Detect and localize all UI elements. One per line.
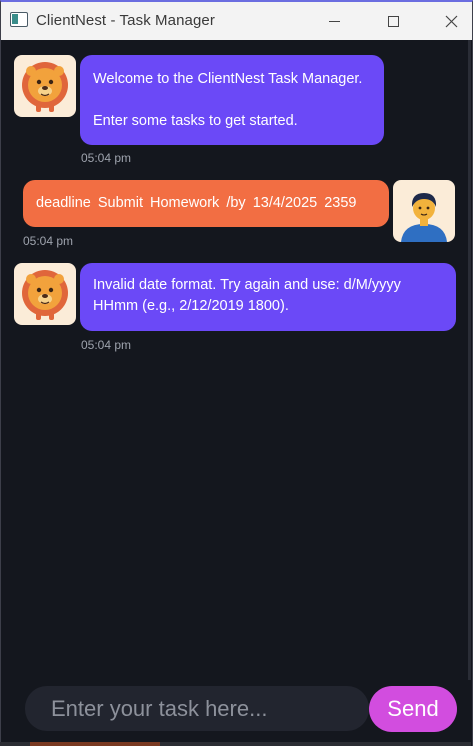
close-icon — [445, 15, 457, 27]
app-window: ClientNest - Task Manager Welcome to the… — [0, 0, 473, 746]
chat-area[interactable]: Welcome to the ClientNest Task Manager. … — [1, 40, 472, 680]
chat-scrollbar[interactable] — [468, 40, 471, 680]
user-message: deadline Submit Homework /by 13/4/2025 2… — [23, 180, 389, 227]
message-timestamp: 05:04 pm — [81, 151, 132, 165]
title-bar: ClientNest - Task Manager — [1, 2, 472, 40]
message-timestamp: 05:04 pm — [81, 338, 132, 352]
app-icon — [10, 12, 28, 27]
bot-message: Welcome to the ClientNest Task Manager. … — [80, 55, 384, 145]
message-timestamp: 05:04 pm — [23, 234, 74, 248]
person-avatar-icon — [393, 180, 455, 242]
lion-avatar-icon — [14, 263, 76, 325]
close-button[interactable] — [428, 2, 473, 40]
input-bar: Send — [1, 680, 472, 746]
taskbar-accent — [30, 742, 160, 746]
bot-message: Invalid date format. Try again and use: … — [80, 263, 456, 331]
minimize-icon — [328, 20, 340, 22]
maximize-icon — [387, 15, 399, 27]
minimize-button[interactable] — [311, 2, 357, 40]
lion-avatar-icon — [14, 55, 76, 117]
message-line-blank — [93, 90, 371, 111]
task-input[interactable] — [25, 686, 369, 731]
message-line: Welcome to the ClientNest Task Manager. — [93, 71, 363, 87]
maximize-button[interactable] — [370, 2, 416, 40]
message-line: Enter some tasks to get started. — [93, 113, 298, 129]
send-button[interactable]: Send — [369, 686, 457, 732]
window-title: ClientNest - Task Manager — [36, 12, 215, 29]
